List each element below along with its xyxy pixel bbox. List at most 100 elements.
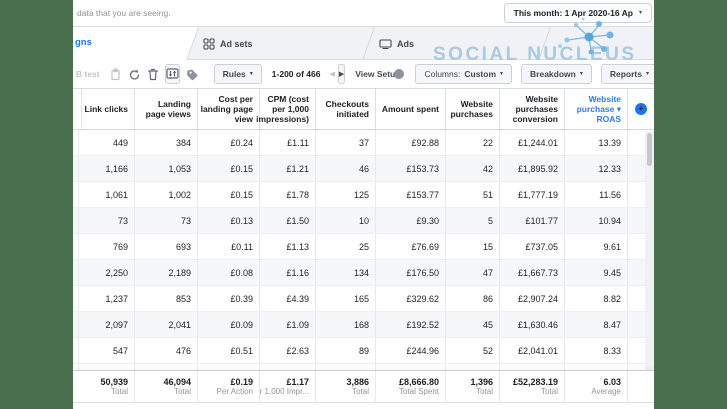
column-header-label: Website purchase ▾ ROAS [576,94,621,124]
rules-button[interactable]: Rules ▾ [213,64,262,84]
column-header-4[interactable]: Checkouts initiated [316,89,376,129]
refresh-icon [129,69,139,80]
table-cell: £92.88 [376,130,446,155]
tab-ads[interactable]: Ads [379,27,414,60]
caret-down-icon: ▾ [500,71,504,77]
table-cell: £1,895.92 [500,156,565,181]
scrollbar-track[interactable] [645,131,654,370]
tag-button[interactable] [186,66,199,83]
column-header-label: Amount spent [381,104,439,114]
table-cell: £2.63 [260,338,316,363]
totals-value: £52,283.19 [512,377,558,387]
table-row: 73 73 £0.13 £1.50 10 £9.30 5 £101.77 10.94 [73,208,654,234]
tab-ad-sets[interactable]: Ad sets [203,27,253,60]
table-cell: £0.15 [198,156,260,181]
table-row: 1,061 1,002 £0.15 £1.78 125 £153.77 51 £1,777.1… [73,182,654,208]
column-header-6[interactable]: Website purchases [446,89,500,129]
clipboard-icon [111,67,120,80]
totals-label: Total [174,387,191,396]
table-cell: 769 [79,234,135,259]
table-cell: 449 [79,130,135,155]
column-header-1[interactable]: Landing page views [135,89,198,129]
next-page-button[interactable]: ▶ [337,64,346,84]
columns-button[interactable]: Columns: Custom ▾ [415,64,513,84]
table-cell: 1,061 [79,182,135,207]
ab-test-button[interactable]: B test [76,69,100,79]
column-header-8[interactable]: Website purchase ▾ ROAS [565,89,628,129]
column-header-2[interactable]: Cost per landing page view [198,89,260,129]
totals-value: £8,666.80 [398,377,439,387]
table-cell: 42 [446,156,500,181]
column-header-7[interactable]: Website purchases conversion [500,89,565,129]
totals-cell: 1,396 Total [446,371,500,402]
totals-label: Per 1,000 Impr... [260,387,309,396]
column-header-0[interactable]: Link clicks [79,89,135,129]
table-cell: £9.30 [376,208,446,233]
table-cell: £2,907.24 [500,286,565,311]
table-cell: 47 [446,260,500,285]
delete-button[interactable] [147,66,159,83]
date-range-button[interactable]: This month: 1 Apr 2020-16 Ap ▾ [503,3,652,23]
totals-cell: £0.19 Per Action [198,371,260,402]
table-cell: 13.39 [565,130,628,155]
tag-icon [186,69,198,80]
table-cell: £0.51 [198,338,260,363]
toolbar: B test Rules ▾ 1-200 of 466 ◀ ▶ View Set… [73,60,654,88]
toggle-knob [394,69,405,79]
column-header-5[interactable]: Amount spent [376,89,446,129]
table-cell: £0.15 [198,182,260,207]
table-cell: 9.45 [565,260,628,285]
table-cell: 86 [446,286,500,311]
plus-icon: + [635,103,647,115]
totals-label: Total [476,387,493,396]
totals-cell: 50,939 Total [79,371,135,402]
table-cell: 51 [446,182,500,207]
table-cell: £4.39 [260,286,316,311]
reports-button[interactable]: Reports ▾ [600,64,654,84]
table-cell: 384 [135,130,198,155]
totals-value: £0.19 [230,377,253,387]
table-cell: 693 [135,234,198,259]
table-cell: 476 [135,338,198,363]
column-header-label: Cost per landing page view [200,94,253,124]
column-header-label: CPM (cost per 1,000 impressions) [256,94,309,124]
totals-label: Total [541,387,558,396]
add-column-cell[interactable]: + [628,89,654,129]
table-cell: 9.61 [565,234,628,259]
revert-button[interactable] [128,66,141,83]
tab-campaigns[interactable] [73,27,199,61]
table-row: 1,237 853 £0.39 £4.39 165 £329.62 86 £2,907.24 8… [73,286,654,312]
table-cell: 853 [135,286,198,311]
totals-cell: 3,886 Total [316,371,376,402]
scrollbar-thumb[interactable] [647,133,652,166]
tab-ads-label: Ads [397,38,415,49]
table-cell: £1,667.73 [500,260,565,285]
swap-arrows-icon [166,68,179,79]
caret-down-icon: ▾ [645,71,649,77]
table-cell: £101.77 [500,208,565,233]
table-row: 769 693 £0.11 £1.13 25 £76.69 15 £737.05 9.61 [73,234,654,260]
export-button[interactable] [164,64,180,84]
totals-value: 46,094 [163,377,191,387]
totals-end-cell [628,371,654,402]
rules-label: Rules [222,69,246,79]
table-cell: £1.16 [260,260,316,285]
column-header-3[interactable]: CPM (cost per 1,000 impressions) [256,89,316,129]
breakdown-button[interactable]: Breakdown ▾ [521,64,592,84]
column-header-label: Website purchases conversion [512,94,558,124]
caret-down-icon: ▾ [249,71,253,77]
table-cell: £0.11 [198,234,260,259]
totals-value: 50,939 [100,377,128,387]
prev-page-button[interactable]: ◀ [329,70,334,78]
caret-down-icon: ▾ [638,10,642,16]
totals-cell: 6.03 Average [565,371,628,402]
table-cell: £176.50 [376,260,446,285]
table-cell: 12.33 [565,156,628,181]
trash-icon [147,68,158,80]
table-cell: 2,250 [79,260,135,285]
caret-down-icon: ▾ [579,71,583,77]
duplicate-button[interactable] [109,66,122,83]
breakdown-label: Breakdown [530,69,576,79]
table-cell: £153.77 [376,182,446,207]
table-row: 449 384 £0.24 £1.11 37 £92.88 22 £1,244.01 13.39 [73,130,654,156]
